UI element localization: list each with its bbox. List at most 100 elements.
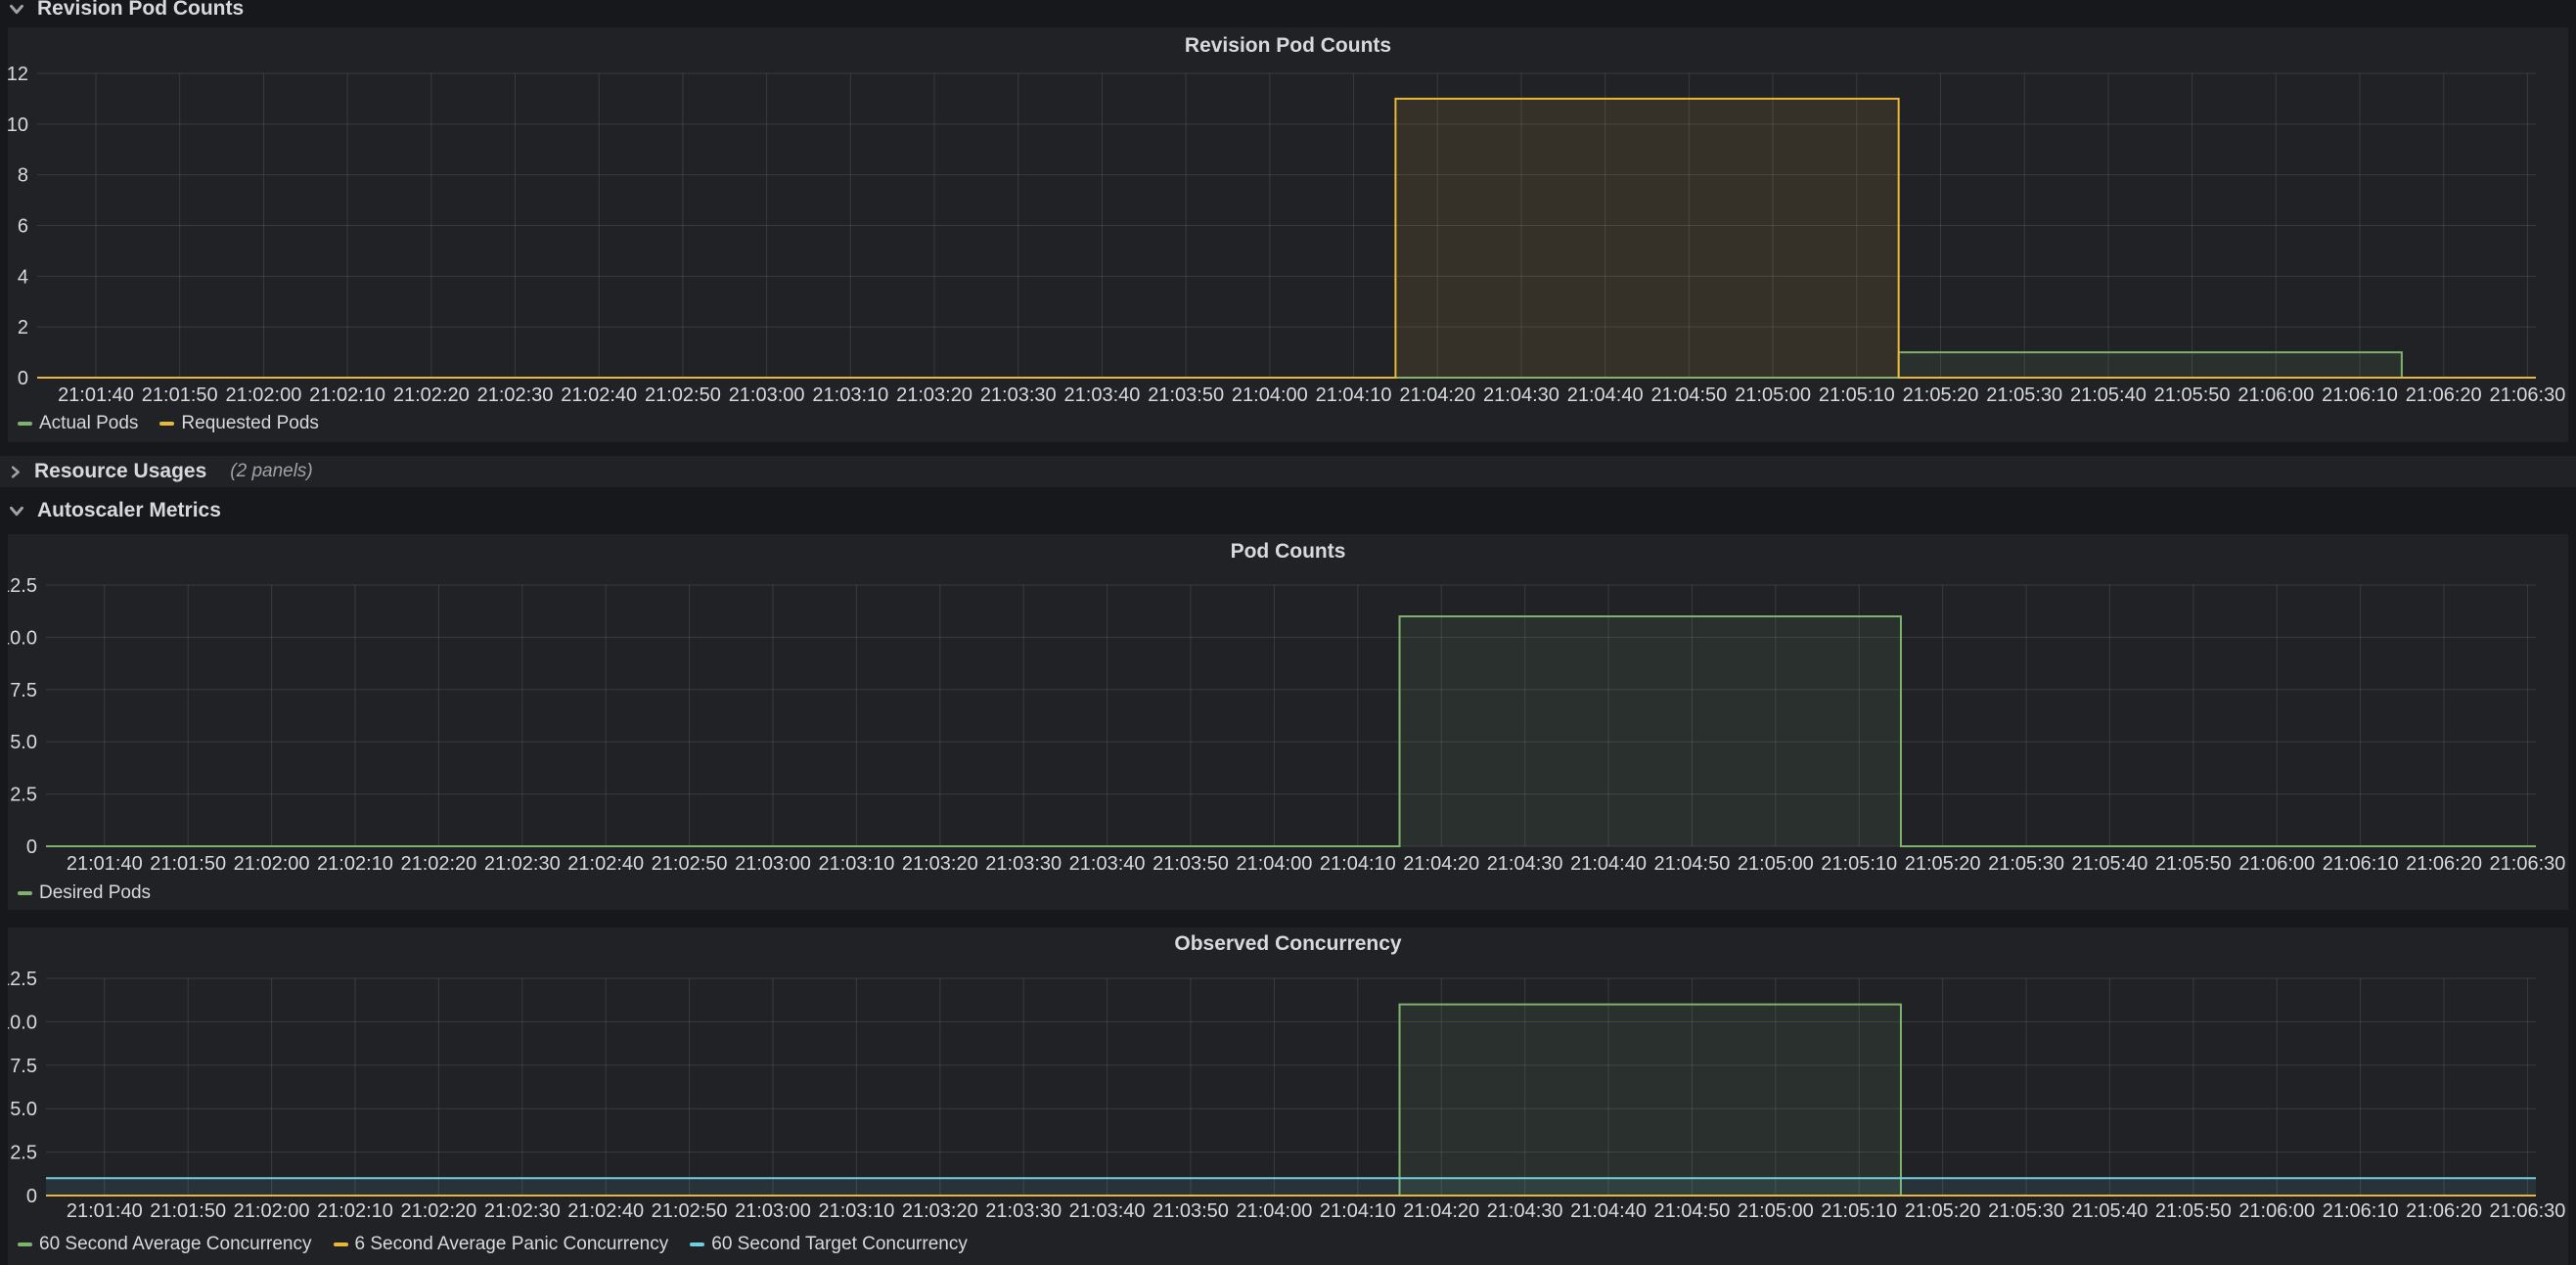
svg-text:21:02:50: 21:02:50 [645, 384, 721, 406]
legend-label: Actual Pods [39, 413, 138, 434]
svg-text:21:01:50: 21:01:50 [142, 384, 218, 406]
svg-text:21:02:30: 21:02:30 [477, 384, 554, 406]
svg-text:7.5: 7.5 [10, 1056, 37, 1077]
svg-text:2.5: 2.5 [10, 1143, 37, 1164]
svg-text:21:03:10: 21:03:10 [812, 384, 888, 406]
svg-text:21:03:30: 21:03:30 [980, 384, 1057, 406]
svg-text:12: 12 [8, 64, 28, 85]
svg-text:21:06:00: 21:06:00 [2238, 853, 2315, 875]
svg-text:10.0: 10.0 [8, 1012, 37, 1033]
svg-text:21:06:30: 21:06:30 [2490, 853, 2566, 875]
svg-text:2: 2 [18, 317, 28, 339]
svg-text:21:02:00: 21:02:00 [225, 384, 301, 406]
svg-text:21:04:40: 21:04:40 [1570, 853, 1647, 875]
svg-text:21:05:10: 21:05:10 [1819, 384, 1895, 406]
svg-text:10: 10 [8, 114, 28, 136]
chevron-right-icon [6, 463, 24, 481]
svg-text:21:06:20: 21:06:20 [2406, 853, 2482, 875]
svg-text:21:01:40: 21:01:40 [67, 853, 143, 875]
legend-color-dash [690, 1242, 704, 1246]
svg-text:21:02:10: 21:02:10 [317, 1200, 393, 1222]
svg-text:21:03:40: 21:03:40 [1069, 1200, 1146, 1222]
legend-label: Desired Pods [39, 882, 151, 904]
row-title: Resource Usages [34, 460, 206, 483]
svg-text:21:04:10: 21:04:10 [1320, 853, 1396, 875]
svg-text:21:04:30: 21:04:30 [1487, 1200, 1563, 1222]
svg-text:12.5: 12.5 [8, 575, 37, 597]
legend-label: 60 Second Target Concurrency [711, 1234, 968, 1255]
svg-text:21:03:50: 21:03:50 [1148, 384, 1224, 406]
svg-text:21:02:50: 21:02:50 [652, 1200, 728, 1222]
svg-text:21:05:00: 21:05:00 [1738, 853, 1814, 875]
legend-item[interactable]: Desired Pods [18, 882, 151, 904]
legend-label: 6 Second Average Panic Concurrency [355, 1234, 669, 1255]
legend-item[interactable]: Requested Pods [159, 413, 319, 434]
row-header-autoscaler-metrics[interactable]: Autoscaler Metrics [0, 495, 221, 526]
svg-text:21:03:20: 21:03:20 [896, 384, 972, 406]
svg-text:21:02:30: 21:02:30 [484, 1200, 561, 1222]
svg-text:21:05:40: 21:05:40 [2072, 853, 2148, 875]
chart-legend: Desired Pods [18, 882, 151, 904]
svg-text:21:04:10: 21:04:10 [1316, 384, 1392, 406]
svg-text:21:02:10: 21:02:10 [317, 853, 393, 875]
legend-color-dash [334, 1242, 348, 1246]
legend-label: 60 Second Average Concurrency [39, 1234, 312, 1255]
svg-text:21:04:10: 21:04:10 [1320, 1200, 1396, 1222]
svg-text:21:02:10: 21:02:10 [309, 384, 385, 406]
time-series-chart[interactable]: 02.55.07.510.012.521:01:4021:01:5021:02:… [8, 927, 2568, 1265]
svg-text:21:04:30: 21:04:30 [1487, 853, 1563, 875]
time-series-chart[interactable]: 02468101221:01:4021:01:5021:02:0021:02:1… [8, 27, 2568, 442]
svg-text:21:03:50: 21:03:50 [1152, 853, 1229, 875]
svg-text:0: 0 [26, 1186, 37, 1207]
row-header-resource-usages[interactable]: Resource Usages (2 panels) [0, 456, 2576, 487]
legend-label: Requested Pods [181, 413, 319, 434]
svg-text:21:02:20: 21:02:20 [400, 1200, 476, 1222]
svg-text:21:03:20: 21:03:20 [902, 853, 978, 875]
svg-text:21:04:00: 21:04:00 [1236, 1200, 1312, 1222]
svg-text:21:03:40: 21:03:40 [1064, 384, 1141, 406]
svg-text:21:06:00: 21:06:00 [2238, 1200, 2315, 1222]
svg-text:21:03:40: 21:03:40 [1069, 853, 1146, 875]
chart-legend: 60 Second Average Concurrency 6 Second Av… [18, 1234, 968, 1255]
svg-text:21:06:10: 21:06:10 [2323, 1200, 2399, 1222]
svg-text:21:05:40: 21:05:40 [2072, 1200, 2148, 1222]
svg-text:8: 8 [18, 165, 28, 187]
panel-revision-pod-counts: Revision Pod Counts 02468101221:01:4021:… [8, 27, 2568, 442]
svg-text:21:03:00: 21:03:00 [735, 1200, 811, 1222]
legend-item[interactable]: Actual Pods [18, 413, 138, 434]
svg-text:21:05:00: 21:05:00 [1738, 1200, 1814, 1222]
svg-text:21:03:00: 21:03:00 [735, 853, 811, 875]
legend-item[interactable]: 60 Second Average Concurrency [18, 1234, 312, 1255]
row-header-revision-pod-counts[interactable]: Revision Pod Counts [0, 0, 244, 24]
svg-text:21:05:30: 21:05:30 [1988, 853, 2064, 875]
svg-text:21:04:20: 21:04:20 [1403, 853, 1479, 875]
svg-text:21:03:50: 21:03:50 [1152, 1200, 1229, 1222]
svg-text:21:06:10: 21:06:10 [2322, 384, 2398, 406]
svg-text:21:05:20: 21:05:20 [1905, 853, 1981, 875]
svg-text:21:02:40: 21:02:40 [567, 1200, 644, 1222]
svg-text:21:05:30: 21:05:30 [1986, 384, 2062, 406]
svg-text:21:05:30: 21:05:30 [1988, 1200, 2064, 1222]
chart-legend: Actual Pods Requested Pods [18, 413, 319, 434]
row-title: Revision Pod Counts [37, 0, 244, 21]
legend-item[interactable]: 6 Second Average Panic Concurrency [334, 1234, 669, 1255]
legend-item[interactable]: 60 Second Target Concurrency [690, 1234, 968, 1255]
row-title: Autoscaler Metrics [37, 499, 221, 522]
time-series-chart[interactable]: 02.55.07.510.012.521:01:4021:01:5021:02:… [8, 534, 2568, 910]
svg-text:21:02:00: 21:02:00 [234, 1200, 310, 1222]
svg-text:21:06:30: 21:06:30 [2490, 1200, 2566, 1222]
panel-observed-concurrency: Observed Concurrency 02.55.07.510.012.52… [8, 927, 2568, 1265]
svg-text:21:02:30: 21:02:30 [484, 853, 561, 875]
svg-text:21:03:00: 21:03:00 [729, 384, 805, 406]
svg-text:21:05:50: 21:05:50 [2155, 1200, 2232, 1222]
svg-text:21:02:20: 21:02:20 [393, 384, 470, 406]
svg-text:21:03:20: 21:03:20 [902, 1200, 978, 1222]
svg-text:21:02:40: 21:02:40 [567, 853, 644, 875]
svg-text:5.0: 5.0 [10, 1099, 37, 1120]
svg-text:21:02:00: 21:02:00 [234, 853, 310, 875]
svg-text:12.5: 12.5 [8, 969, 37, 990]
svg-text:6: 6 [18, 216, 28, 238]
legend-color-dash [18, 422, 32, 426]
svg-text:21:03:10: 21:03:10 [818, 853, 894, 875]
svg-text:21:02:40: 21:02:40 [561, 384, 637, 406]
